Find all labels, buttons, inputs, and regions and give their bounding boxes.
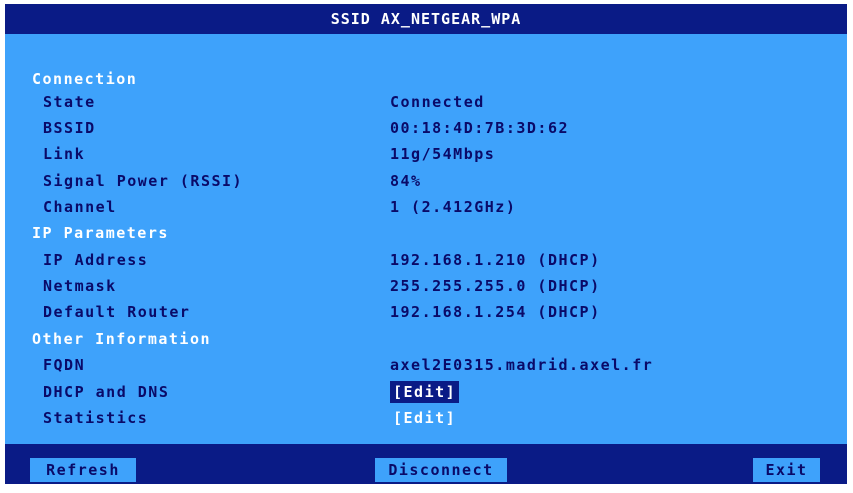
- netmask-value: 255.255.255.0 (DHCP): [390, 277, 601, 295]
- link-label: Link: [43, 145, 86, 163]
- exit-button[interactable]: Exit: [753, 458, 820, 482]
- dhcp-dns-label: DHCP and DNS: [43, 383, 170, 401]
- fqdn-label: FQDN: [43, 356, 86, 374]
- bssid-label: BSSID: [43, 119, 96, 137]
- refresh-button[interactable]: Refresh: [30, 458, 136, 482]
- disconnect-button[interactable]: Disconnect: [375, 458, 507, 482]
- bssid-value: 00:18:4D:7B:3D:62: [390, 119, 570, 137]
- signal-power-label: Signal Power (RSSI): [43, 172, 244, 190]
- netmask-label: Netmask: [43, 277, 117, 295]
- section-heading-ip-parameters: IP Parameters: [32, 224, 169, 242]
- link-value: 11g/54Mbps: [390, 145, 496, 163]
- default-router-label: Default Router: [43, 303, 191, 321]
- default-router-value: 192.168.1.254 (DHCP): [390, 303, 601, 321]
- dialog-title: SSID AX_NETGEAR_WPA: [5, 4, 847, 34]
- fqdn-value: axel2E0315.madrid.axel.fr: [390, 356, 654, 374]
- signal-power-value: 84%: [390, 172, 422, 190]
- statistics-label: Statistics: [43, 409, 149, 427]
- footer-bar: Refresh Disconnect Exit: [5, 444, 847, 484]
- state-value: Connected: [390, 93, 485, 111]
- channel-label: Channel: [43, 198, 117, 216]
- section-heading-other-information: Other Information: [32, 330, 212, 348]
- section-heading-connection: Connection: [32, 70, 138, 88]
- ssid-status-dialog: SSID AX_NETGEAR_WPA Connection State Con…: [5, 4, 847, 484]
- dhcp-dns-edit-button[interactable]: [Edit]: [390, 381, 460, 403]
- ip-address-value: 192.168.1.210 (DHCP): [390, 251, 601, 269]
- statistics-edit-button[interactable]: [Edit]: [390, 407, 459, 429]
- channel-value: 1 (2.412GHz): [390, 198, 517, 216]
- ip-address-label: IP Address: [43, 251, 149, 269]
- state-label: State: [43, 93, 96, 111]
